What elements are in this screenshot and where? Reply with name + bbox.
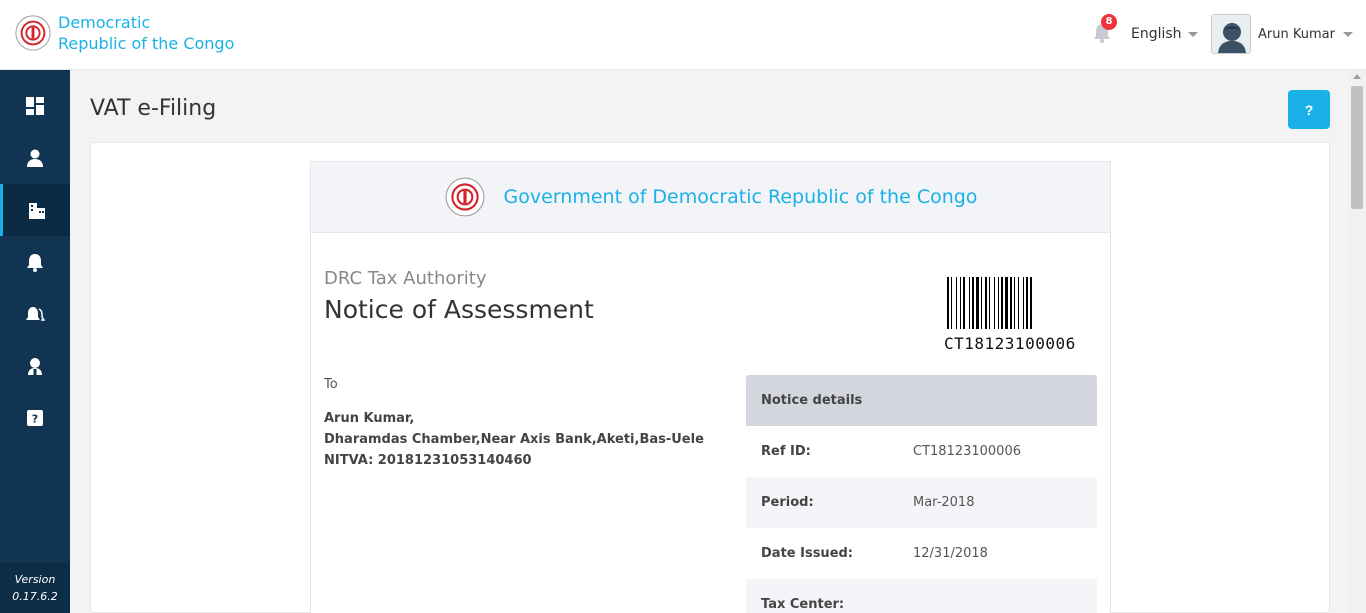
user-icon xyxy=(27,149,43,167)
scroll-thumb[interactable] xyxy=(1351,86,1363,209)
detail-label: Date Issued: xyxy=(761,546,854,561)
chevron-down-icon xyxy=(1187,31,1198,37)
sidebar-item-help[interactable]: ? xyxy=(0,392,70,444)
user-avatar-icon xyxy=(1212,15,1250,53)
detail-value: Mar-2018 xyxy=(913,495,975,510)
document-title: Notice of Assessment xyxy=(324,295,594,324)
version-number: 0.17.6.2 xyxy=(12,590,58,603)
details-row: Period: Mar-2018 xyxy=(746,477,1097,528)
barcode-icon xyxy=(947,277,1032,329)
page-scrollbar[interactable] xyxy=(1349,70,1366,613)
barcode-number: CT18123100006 xyxy=(944,334,1076,353)
emblem-logo-icon xyxy=(445,177,484,217)
sidebar-item-support[interactable] xyxy=(0,340,70,392)
version-label: Version xyxy=(14,573,56,586)
brand[interactable]: Democratic Republic of the Congo xyxy=(14,12,234,54)
detail-label: Tax Center: xyxy=(761,597,845,612)
sidebar-item-notifications[interactable] xyxy=(0,236,70,288)
sidebar-item-dashboard[interactable] xyxy=(0,80,70,132)
sidebar: ? Version 0.17.6.2 xyxy=(0,70,70,613)
top-header: Democratic Republic of the Congo 8 Engli… xyxy=(0,0,1366,70)
user-menu[interactable]: Arun Kumar xyxy=(1211,14,1353,54)
chevron-down-icon xyxy=(1342,31,1353,37)
notification-badge: 8 xyxy=(1101,14,1117,30)
recipient-nitva: NITVA: 20181231053140460 xyxy=(324,453,532,468)
details-row: Ref ID: CT18123100006 xyxy=(746,426,1097,477)
sidebar-item-alerts[interactable] xyxy=(0,288,70,340)
brand-line-2: Republic of the Congo xyxy=(58,34,235,53)
notice-details-table: Notice details Ref ID: CT18123100006 Per… xyxy=(746,375,1097,613)
notice-document: Government of Democratic Republic of the… xyxy=(310,161,1111,613)
help-box-icon: ? xyxy=(27,410,43,426)
recipient-block: Arun Kumar, Dharamdas Chamber,Near Axis … xyxy=(324,408,704,471)
detail-value: 12/31/2018 xyxy=(913,546,988,561)
sidebar-item-vat-filing[interactable] xyxy=(0,184,70,236)
bells-icon xyxy=(26,307,45,321)
language-select[interactable]: English xyxy=(1131,26,1198,42)
recipient-name: Arun Kumar, xyxy=(324,411,415,426)
sidebar-item-profile[interactable] xyxy=(0,132,70,184)
bell-icon xyxy=(27,254,43,272)
authority-name: DRC Tax Authority xyxy=(324,268,487,289)
details-row: Date Issued: 12/31/2018 xyxy=(746,528,1097,579)
help-button[interactable]: ? xyxy=(1288,90,1330,129)
detail-label: Period: xyxy=(761,495,814,510)
svg-text:?: ? xyxy=(32,413,38,426)
user-name: Arun Kumar xyxy=(1258,26,1335,42)
building-icon xyxy=(28,203,45,219)
dashboard-icon xyxy=(26,97,44,115)
version-info: Version 0.17.6.2 xyxy=(0,563,70,613)
recipient-address: Dharamdas Chamber,Near Axis Bank,Aketi,B… xyxy=(324,432,704,447)
scroll-up-arrow-icon[interactable] xyxy=(1353,74,1361,79)
emblem-logo-icon xyxy=(15,15,51,51)
detail-label: Ref ID: xyxy=(761,444,811,459)
to-label: To xyxy=(324,377,338,392)
government-title: Government of Democratic Republic of the… xyxy=(503,186,978,208)
detail-value: CT18123100006 xyxy=(913,444,1021,459)
page-title: VAT e-Filing xyxy=(90,96,217,121)
details-row: Tax Center: xyxy=(746,579,1097,613)
language-label: English xyxy=(1131,26,1182,42)
details-header: Notice details xyxy=(746,375,1097,426)
avatar xyxy=(1211,14,1251,54)
notice-header: Government of Democratic Republic of the… xyxy=(311,162,1110,233)
brand-line-1: Democratic xyxy=(58,13,151,32)
support-agent-icon xyxy=(28,358,42,375)
